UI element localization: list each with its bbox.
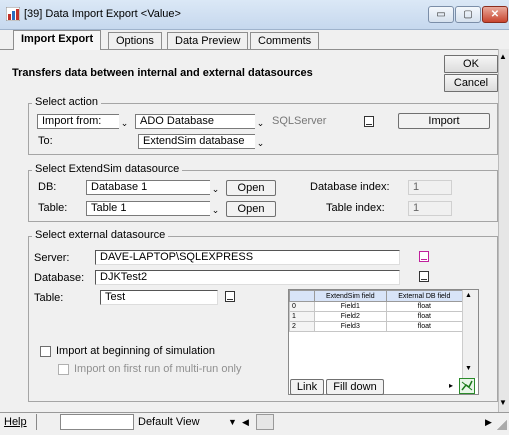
table-row[interactable]: 1 Field2 float <box>289 311 464 322</box>
help-button[interactable]: Help <box>4 416 27 428</box>
table-index-label: Table index: <box>326 202 385 214</box>
table-cell[interactable]: float <box>385 311 464 322</box>
scroll-up-icon[interactable]: ▲ <box>499 52 507 61</box>
view-dropdown[interactable]: Default View <box>138 416 200 428</box>
scroll-up-icon[interactable]: ▲ <box>465 292 472 299</box>
external-table-input[interactable]: Test <box>100 290 218 305</box>
destination-dropdown[interactable]: ExtendSim database <box>138 134 255 149</box>
fill-down-button[interactable]: Fill down <box>326 379 384 395</box>
field-mapping-table[interactable]: ExtendSim field External DB field 0 Fiel… <box>289 290 464 332</box>
database-browse-icon[interactable] <box>419 271 429 282</box>
tab-options[interactable]: Options <box>108 32 162 49</box>
extendsim-datasource-legend: Select ExtendSim datasource <box>32 163 183 175</box>
db-dropdown[interactable]: Database 1 <box>86 180 210 195</box>
table-cell[interactable]: Field3 <box>314 321 387 332</box>
to-label: To: <box>38 135 53 147</box>
status-field <box>60 414 134 430</box>
chevron-down-icon[interactable]: ⌄ <box>210 182 221 197</box>
import-at-beginning-label: Import at beginning of simulation <box>56 345 215 357</box>
close-button[interactable]: ✕ <box>482 6 508 23</box>
scroll-right-icon[interactable]: ▶ <box>485 417 492 428</box>
tab-comments[interactable]: Comments <box>250 32 320 49</box>
minimize-button[interactable]: ▭ <box>428 6 454 23</box>
resize-grip-icon[interactable] <box>497 420 507 430</box>
table-row[interactable]: 0 Field1 float <box>289 301 464 312</box>
chevron-down-icon[interactable]: ⌄ <box>119 116 130 131</box>
table-label: Table: <box>38 202 68 214</box>
import-first-run-checkbox[interactable] <box>58 364 69 375</box>
link-button[interactable]: Link <box>290 379 324 395</box>
table-row[interactable]: 2 Field3 float <box>289 321 464 332</box>
table-cell[interactable]: Field2 <box>314 311 387 322</box>
maximize-icon: ▢ <box>463 9 473 20</box>
table-open-button[interactable]: Open <box>226 201 276 217</box>
chevron-down-icon[interactable]: ⌄ <box>210 203 221 218</box>
chevron-down-icon[interactable]: ▼ <box>228 417 237 427</box>
scroll-right-icon[interactable]: ▸ <box>449 381 453 390</box>
ok-button[interactable]: OK <box>444 55 498 73</box>
external-table-label: Table: <box>34 292 64 304</box>
chart-icon[interactable] <box>459 378 475 394</box>
db-index-label: Database index: <box>310 181 390 193</box>
select-action-legend: Select action <box>32 96 101 108</box>
source-type-dropdown[interactable]: ADO Database <box>135 114 255 129</box>
close-icon: ✕ <box>490 9 500 20</box>
scroll-left-icon[interactable]: ◀ <box>242 417 249 428</box>
row-number: 0 <box>289 301 315 312</box>
db-label: DB: <box>38 181 57 193</box>
chevron-down-icon[interactable]: ⌄ <box>255 116 266 131</box>
row-number: 2 <box>289 321 315 332</box>
table-header: ExtendSim field <box>314 290 387 302</box>
scroll-down-icon[interactable]: ▼ <box>499 398 507 407</box>
tab-data-preview[interactable]: Data Preview <box>167 32 249 49</box>
minimize-icon: ▭ <box>436 9 446 20</box>
row-number: 1 <box>289 311 315 322</box>
table-cell[interactable]: Field1 <box>314 301 387 312</box>
external-datasource-legend: Select external datasource <box>32 229 169 241</box>
table-dropdown[interactable]: Table 1 <box>86 201 210 216</box>
import-first-run-label: Import on first run of multi-run only <box>74 363 242 375</box>
maximize-button[interactable]: ▢ <box>455 6 481 23</box>
action-mode-dropdown[interactable]: Import from: <box>37 114 119 129</box>
provider-settings-icon[interactable] <box>364 116 374 127</box>
scroll-down-icon[interactable]: ▼ <box>465 365 472 372</box>
table-header <box>289 290 315 302</box>
server-browse-icon[interactable] <box>419 251 429 262</box>
database-input[interactable]: DJKTest2 <box>95 270 400 285</box>
tab-import-export[interactable]: Import Export <box>13 30 102 50</box>
divider <box>36 414 37 430</box>
db-index-value: 1 <box>408 180 452 195</box>
server-input[interactable]: DAVE-LAPTOP\SQLEXPRESS <box>95 250 400 265</box>
block-description: Transfers data between internal and exte… <box>12 67 313 79</box>
table-index-value: 1 <box>408 201 452 216</box>
db-open-button[interactable]: Open <box>226 180 276 196</box>
window-title: [39] Data Import Export <Value> <box>24 8 181 20</box>
import-button[interactable]: Import <box>398 113 490 129</box>
cancel-button[interactable]: Cancel <box>444 74 498 92</box>
table-cell[interactable]: float <box>385 301 464 312</box>
database-label: Database: <box>34 272 85 284</box>
server-label: Server: <box>34 252 70 264</box>
provider-label: SQLServer <box>272 115 327 127</box>
table-browse-icon[interactable] <box>225 291 235 302</box>
import-at-beginning-checkbox[interactable] <box>40 346 51 357</box>
app-icon <box>6 7 20 21</box>
vertical-scrollbar[interactable] <box>498 49 509 412</box>
horizontal-scrollbar[interactable] <box>256 414 274 430</box>
table-cell[interactable]: float <box>385 321 464 332</box>
chevron-down-icon[interactable]: ⌄ <box>255 136 266 151</box>
table-header: External DB field <box>385 290 464 302</box>
